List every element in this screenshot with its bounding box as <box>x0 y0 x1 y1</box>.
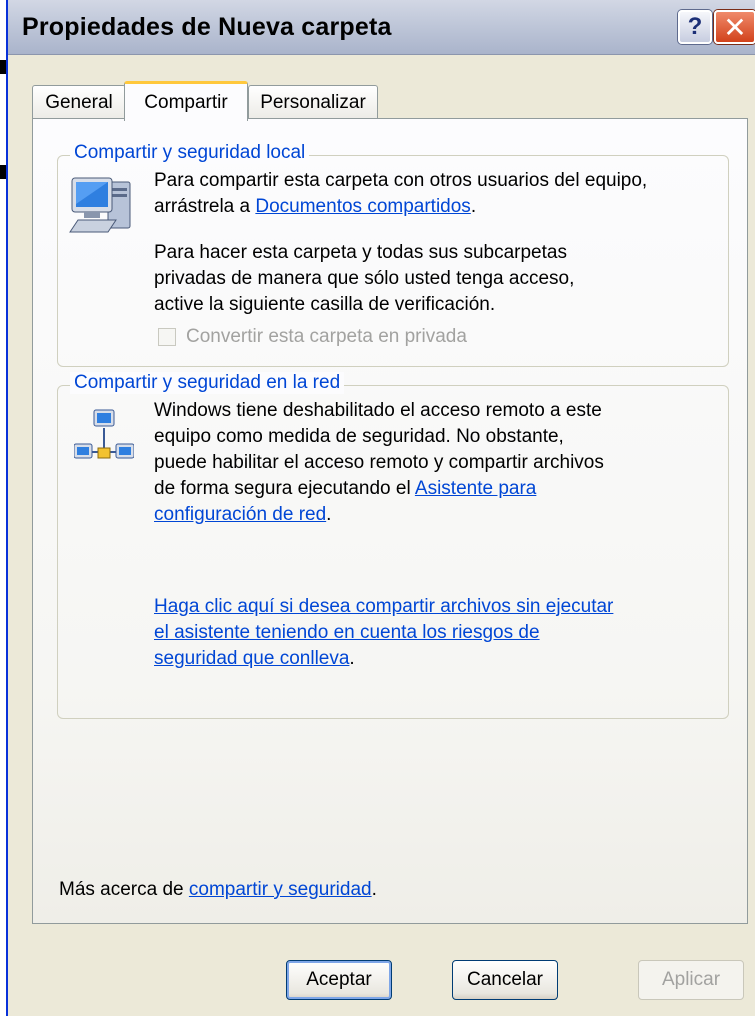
help-icon: ? <box>687 13 703 40</box>
risk-link-suffix: . <box>349 648 355 669</box>
local-line-1: Para compartir esta carpeta con otros us… <box>154 170 648 191</box>
close-button[interactable]: ✕ <box>714 10 755 44</box>
risk-link-line-3: seguridad que conlleva. <box>154 646 355 672</box>
more-info-suffix: . <box>371 879 377 900</box>
cancel-button[interactable]: Cancelar <box>452 960 558 1000</box>
local-line-2-suffix: . <box>470 196 477 217</box>
tab-compartir[interactable]: Compartir <box>124 81 248 121</box>
sharing-security-link[interactable]: compartir y seguridad <box>189 879 372 900</box>
share-without-wizard-link[interactable]: Haga clic aquí si desea compartir archiv… <box>154 596 613 617</box>
risk-link-line-1: Haga clic aquí si desea compartir archiv… <box>154 594 613 620</box>
network-line-1: Windows tiene deshabilitado el acceso re… <box>154 400 602 421</box>
local-para-line-1: Para hacer esta carpeta y todas sus subc… <box>154 242 567 263</box>
share-without-wizard-link-cont[interactable]: el asistente teniendo en cuenta los ries… <box>154 622 540 643</box>
help-button[interactable]: ? <box>678 10 712 44</box>
properties-dialog: Propiedades de Nueva carpeta ? ✕ General… <box>6 0 755 1016</box>
shared-documents-link[interactable]: Documentos compartidos <box>255 196 470 217</box>
network-wizard-link-cont[interactable]: configuración de red <box>154 504 326 525</box>
network-wizard-link[interactable]: Asistente para <box>415 478 536 499</box>
network-line-5: configuración de red. <box>154 502 331 528</box>
apply-button[interactable]: Aplicar <box>638 960 744 1000</box>
network-sharing-legend: Compartir y seguridad en la red <box>70 372 345 394</box>
local-line-2-prefix: arrástrela a <box>154 196 256 217</box>
local-sharing-legend: Compartir y seguridad local <box>70 142 310 164</box>
local-line-2: arrástrela a Documentos compartidos. <box>154 194 476 220</box>
network-line-4: de forma segura ejecutando el Asistente … <box>154 476 536 502</box>
close-icon: ✕ <box>723 11 747 43</box>
network-line-4-prefix: de forma segura ejecutando el <box>154 478 415 499</box>
local-para-line-3: active la siguiente casilla de verificac… <box>154 294 496 315</box>
network-line-2: equipo como medida de seguridad. No obst… <box>154 426 564 447</box>
network-icon <box>74 409 134 459</box>
make-private-checkbox[interactable] <box>158 328 176 346</box>
tab-panel-compartir: Compartir y seguridad local Para compart… <box>32 118 748 924</box>
network-line-3: puede habilitar el acceso remoto y compa… <box>154 452 604 473</box>
network-sharing-group: Compartir y seguridad en la red Windows … <box>57 372 729 719</box>
tab-personalizar[interactable]: Personalizar <box>248 85 378 119</box>
make-private-label: Convertir esta carpeta en privada <box>186 326 467 347</box>
network-line-5-suffix: . <box>326 504 332 525</box>
title-bar[interactable]: Propiedades de Nueva carpeta ? ✕ <box>8 0 755 55</box>
ok-button[interactable]: Aceptar <box>286 960 392 1000</box>
window-title: Propiedades de Nueva carpeta <box>22 13 392 41</box>
local-sharing-group: Compartir y seguridad local Para compart… <box>57 142 729 367</box>
more-info-prefix: Más acerca de <box>59 879 189 900</box>
computer-icon <box>69 177 131 233</box>
share-without-wizard-link-end[interactable]: seguridad que conlleva <box>154 648 349 669</box>
tab-general[interactable]: General <box>32 85 126 119</box>
more-info-line: Más acerca de compartir y seguridad. <box>59 877 377 903</box>
local-para-line-2: privadas de manera que sólo usted tenga … <box>154 268 575 289</box>
risk-link-line-2: el asistente teniendo en cuenta los ries… <box>154 620 540 646</box>
